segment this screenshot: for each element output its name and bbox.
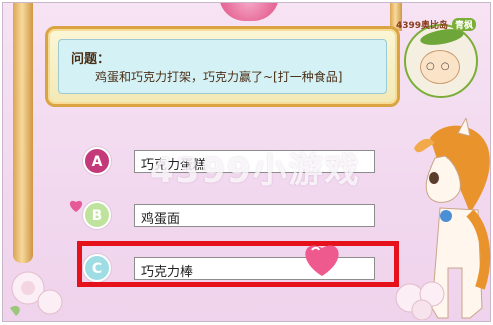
rose-flowers [10, 271, 63, 316]
rose-flowers [395, 281, 445, 320]
logo-text: 4399奥比岛 [396, 21, 449, 31]
question-label: 问题： [71, 52, 111, 67]
top-heart-ornament [219, 3, 279, 21]
heart-icon [305, 245, 339, 276]
option-b-text: 鸡蛋面 [141, 212, 181, 227]
watermark: 4399小游戏 [150, 151, 361, 191]
question-panel: 问题： 鸡蛋和巧克力打架，巧克力赢了~[打一种食品] [45, 26, 400, 107]
question-text: 鸡蛋和巧克力打架，巧克力赢了~[打一种食品] [95, 70, 343, 84]
option-a-letter[interactable]: A [83, 147, 111, 175]
question-inner: 问题： 鸡蛋和巧克力打架，巧克力赢了~[打一种食品] [58, 39, 387, 94]
mascot-face-icon: ○○ [420, 50, 460, 84]
option-b-letter[interactable]: B [83, 201, 111, 229]
selection-highlight [77, 241, 399, 287]
gold-frame-left [13, 3, 33, 263]
option-b-box[interactable]: 鸡蛋面 [134, 204, 375, 227]
logo-badge: ○○ 4399奥比岛 青枫 [390, 14, 480, 106]
logo-tag: 青枫 [452, 18, 477, 31]
heart-icon [69, 200, 83, 212]
option-b[interactable]: B 鸡蛋面 [83, 199, 375, 229]
